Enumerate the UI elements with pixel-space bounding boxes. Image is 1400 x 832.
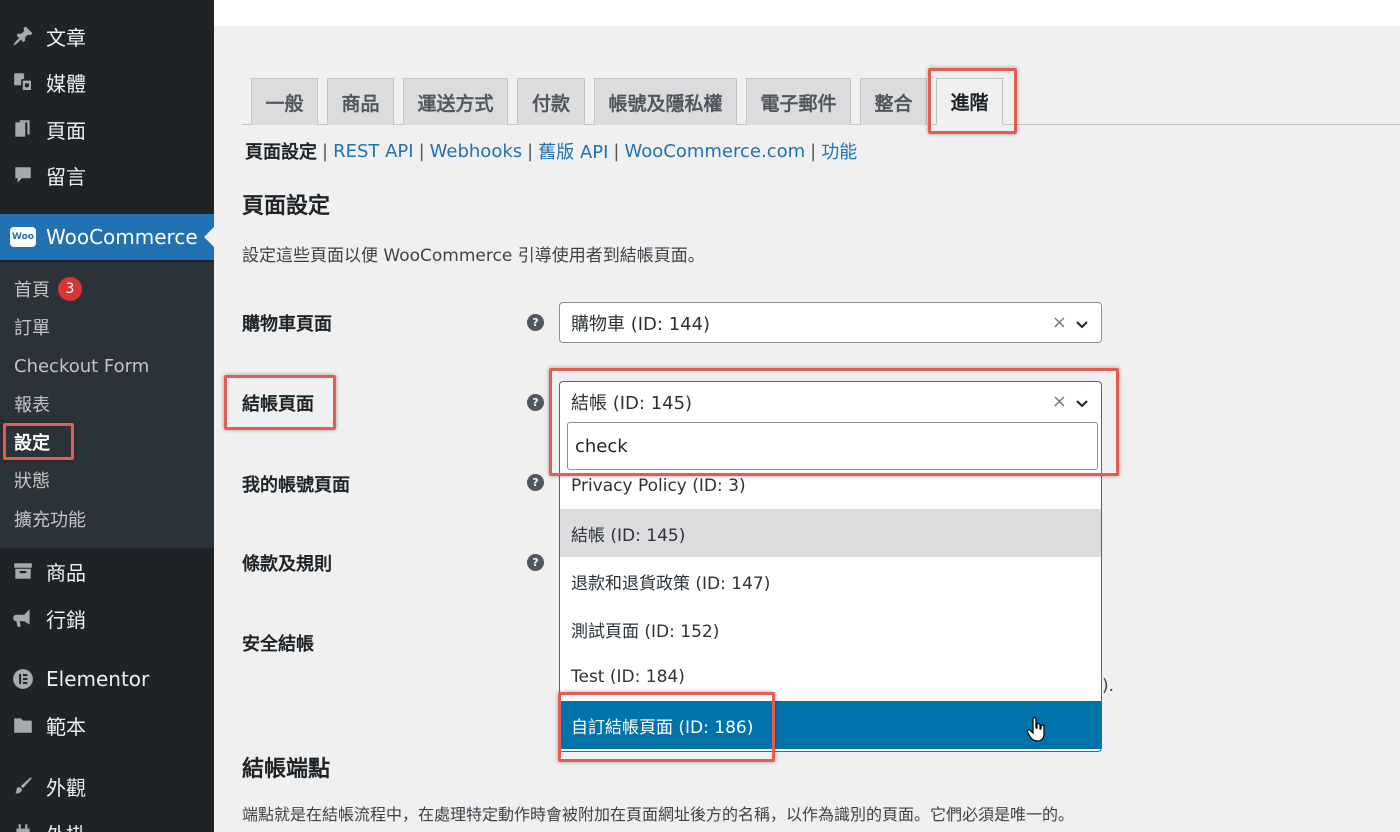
cart-page-label: 購物車頁面 — [242, 314, 332, 335]
elementor-icon — [0, 668, 46, 690]
menu-comments[interactable]: 留言 — [0, 152, 214, 198]
tab-payments[interactable]: 付款 — [517, 78, 585, 125]
submenu-home-label: 首頁 — [14, 280, 50, 301]
hand-cursor-icon — [1026, 716, 1048, 747]
submenu-reports[interactable]: 報表 — [14, 389, 50, 419]
subnav-legacy-api[interactable]: 舊版 API — [538, 138, 608, 164]
checkout-page-label: 結帳頁面 — [242, 394, 314, 415]
menu-products[interactable]: 商品 — [0, 548, 214, 594]
page-select-dropdown: Privacy Policy (ID: 3) 結帳 (ID: 145) 退款和退… — [559, 420, 1102, 752]
dropdown-option[interactable]: 測試頁面 (ID: 152) — [560, 605, 1101, 653]
help-icon[interactable]: ? — [527, 474, 544, 491]
menu-pages[interactable]: 頁面 — [0, 106, 214, 152]
comments-icon — [0, 164, 46, 186]
submenu-settings[interactable]: 設定 — [14, 427, 50, 457]
tab-products[interactable]: 商品 — [327, 78, 394, 125]
menu-media[interactable]: 媒體 — [0, 59, 214, 105]
section-description: 設定這些頁面以便 WooCommerce 引導使用者到結帳頁面。 — [242, 246, 705, 266]
tab-advanced[interactable]: 進階 — [936, 78, 1003, 125]
chevron-up-icon — [1075, 394, 1089, 415]
submenu-extensions[interactable]: 擴充功能 — [14, 504, 86, 534]
media-icon — [0, 71, 46, 93]
clear-icon[interactable]: × — [1052, 391, 1067, 412]
cart-page-select[interactable]: 購物車 (ID: 144) × — [559, 302, 1102, 343]
woo-logo: Woo — [10, 227, 36, 247]
menu-posts[interactable]: 文章 — [0, 13, 214, 59]
subnav-page-setup[interactable]: 頁面設定 — [245, 138, 317, 164]
dropdown-option[interactable]: Test (ID: 184) — [560, 653, 1101, 701]
terms-page-label: 條款及規則 — [242, 554, 332, 575]
tab-shipping[interactable]: 運送方式 — [403, 78, 508, 125]
menu-elementor[interactable]: Elementor — [0, 656, 214, 702]
menu-templates[interactable]: 範本 — [0, 702, 214, 748]
subnav-features[interactable]: 功能 — [821, 138, 857, 164]
endpoints-title: 結帳端點 — [242, 757, 331, 782]
dropdown-option[interactable]: Privacy Policy (ID: 3) — [560, 462, 1101, 510]
help-icon[interactable]: ? — [527, 314, 544, 331]
folder-icon — [0, 714, 46, 736]
menu-appearance[interactable]: 外觀 — [0, 763, 214, 809]
cart-page-value: 購物車 (ID: 144) — [571, 313, 711, 335]
admin-sidebar: 文章 媒體 頁面 留言 Woo WooCommerce 首頁 3 訂單 Chec… — [0, 0, 214, 832]
secure-checkout-label: 安全結帳 — [242, 634, 314, 655]
subnav-rest-api[interactable]: REST API — [333, 141, 414, 162]
archive-icon — [0, 560, 46, 582]
dropdown-option[interactable]: 退款和退貨政策 (ID: 147) — [560, 557, 1101, 605]
section-title: 頁面設定 — [242, 194, 331, 219]
dropdown-option-selected[interactable]: 自訂結帳頁面 (ID: 186) — [560, 701, 1101, 749]
menu-marketing[interactable]: 行銷 — [0, 595, 214, 641]
megaphone-icon — [0, 607, 46, 629]
woocommerce-submenu: 首頁 3 訂單 Checkout Form 報表 設定 狀態 擴充功能 — [0, 262, 214, 548]
brush-icon — [0, 775, 46, 797]
notification-badge: 3 — [58, 277, 82, 301]
pages-icon — [0, 118, 46, 140]
submenu-orders[interactable]: 訂單 — [14, 312, 50, 342]
checkout-page-value: 結帳 (ID: 145) — [571, 392, 693, 414]
tab-integration[interactable]: 整合 — [860, 78, 927, 125]
tab-general[interactable]: 一般 — [251, 78, 318, 125]
menu-woocommerce[interactable]: Woo WooCommerce — [0, 214, 214, 260]
submenu-checkout-form[interactable]: Checkout Form — [14, 351, 149, 381]
submenu-home[interactable]: 首頁 3 — [14, 274, 82, 304]
submenu-status[interactable]: 狀態 — [14, 465, 50, 495]
dropdown-option[interactable]: 結帳 (ID: 145) — [560, 509, 1101, 557]
subnav-woocommerce-com[interactable]: WooCommerce.com — [625, 141, 806, 162]
clear-icon[interactable]: × — [1052, 312, 1067, 333]
chevron-down-icon — [1075, 315, 1089, 336]
help-icon[interactable]: ? — [527, 394, 544, 411]
subnav-webhooks[interactable]: Webhooks — [430, 141, 522, 162]
help-icon[interactable]: ? — [527, 554, 544, 571]
settings-subnav: 頁面設定 | REST API | Webhooks | 舊版 API | Wo… — [245, 138, 857, 164]
tab-emails[interactable]: 電子郵件 — [746, 78, 851, 125]
top-bar — [214, 0, 1400, 26]
woocommerce-logo-icon: Woo — [0, 227, 46, 247]
checkout-page-select[interactable]: 結帳 (ID: 145) × — [559, 381, 1102, 422]
plugin-icon — [0, 822, 46, 832]
tab-accounts-privacy[interactable]: 帳號及隱私權 — [594, 78, 737, 125]
paren-fragment: ). — [1102, 676, 1115, 696]
myaccount-page-label: 我的帳號頁面 — [242, 475, 350, 496]
endpoints-description: 端點就是在結帳流程中，在處理特定動作時會被附加在頁面網址後方的名稱，以作為識別的… — [242, 805, 1075, 824]
menu-plugins[interactable]: 外掛 — [0, 810, 214, 832]
pin-icon — [0, 25, 46, 47]
